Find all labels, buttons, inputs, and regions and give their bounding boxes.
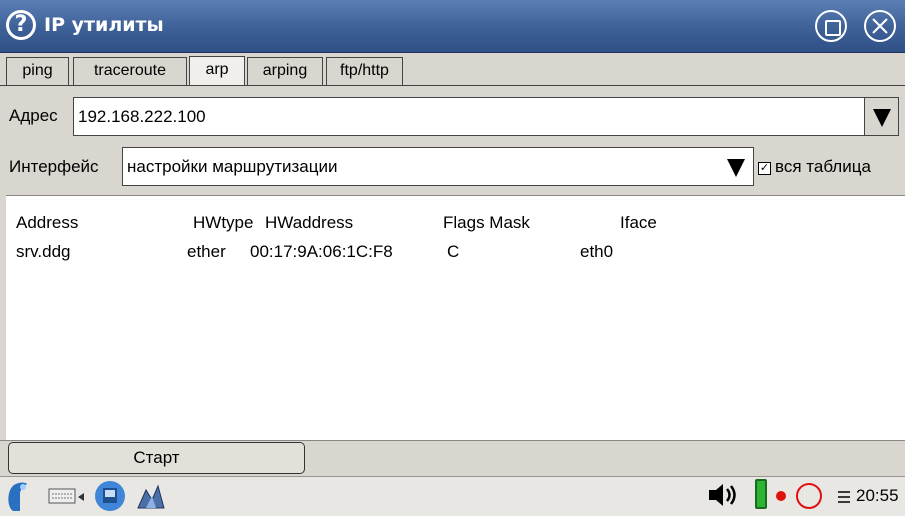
record-indicator-icon [776, 491, 786, 501]
record-button-icon[interactable] [796, 483, 822, 509]
results-panel: Address HWtype HWaddress Flags Mask Ifac… [6, 195, 905, 440]
full-table-checkbox[interactable]: ✓ [758, 162, 771, 175]
interface-label: Интерфейс [9, 157, 99, 176]
interface-dropdown-button[interactable] [719, 148, 753, 185]
speaker-icon[interactable] [706, 481, 740, 509]
close-icon [872, 18, 888, 34]
full-table-label: вся таблица [775, 157, 871, 176]
keyboard-icon[interactable] [48, 487, 76, 505]
address-value: 192.168.222.100 [78, 107, 206, 126]
header-hwaddress: HWaddress [265, 213, 354, 232]
interface-value: настройки маршрутизации [127, 157, 338, 176]
tab-ping[interactable]: ping [6, 57, 69, 85]
close-button[interactable] [864, 10, 896, 42]
tab-divider [0, 85, 905, 86]
header-iface: Iface [620, 213, 657, 232]
window-title: IP утилиты [44, 14, 164, 36]
desktop-icon[interactable] [94, 480, 126, 512]
title-bar: ? IP утилиты [0, 0, 905, 53]
arrow-icon[interactable] [78, 493, 86, 501]
tab-arping[interactable]: arping [247, 57, 323, 85]
help-icon[interactable]: ? [6, 10, 36, 40]
address-label: Адрес [9, 106, 58, 125]
row-iface: eth0 [580, 242, 614, 261]
header-flags-mask: Flags Mask [443, 213, 530, 232]
menu-lines-icon[interactable] [837, 489, 851, 505]
row-flags: C [447, 242, 460, 261]
battery-icon [755, 479, 767, 509]
tab-arp[interactable]: arp [189, 56, 245, 86]
interface-select[interactable]: настройки маршрутизации [122, 147, 754, 186]
address-dropdown-button[interactable] [864, 98, 898, 135]
wizard-icon[interactable] [134, 480, 168, 512]
header-hwtype: HWtype [193, 213, 254, 232]
header-address: Address [16, 213, 79, 232]
tab-ftp-http[interactable]: ftp/http [326, 57, 403, 85]
start-menu-icon[interactable] [5, 479, 31, 513]
clock: 20:55 [856, 486, 899, 505]
row-hwaddress: 00:17:9A:06:1C:F8 [250, 242, 393, 261]
minimize-button[interactable] [815, 10, 847, 42]
row-hwtype: ether [187, 242, 226, 261]
tab-traceroute[interactable]: traceroute [73, 57, 187, 85]
row-address: srv.ddg [16, 242, 71, 261]
start-button[interactable]: Старт [8, 442, 305, 474]
address-input[interactable]: 192.168.222.100 [73, 97, 899, 136]
